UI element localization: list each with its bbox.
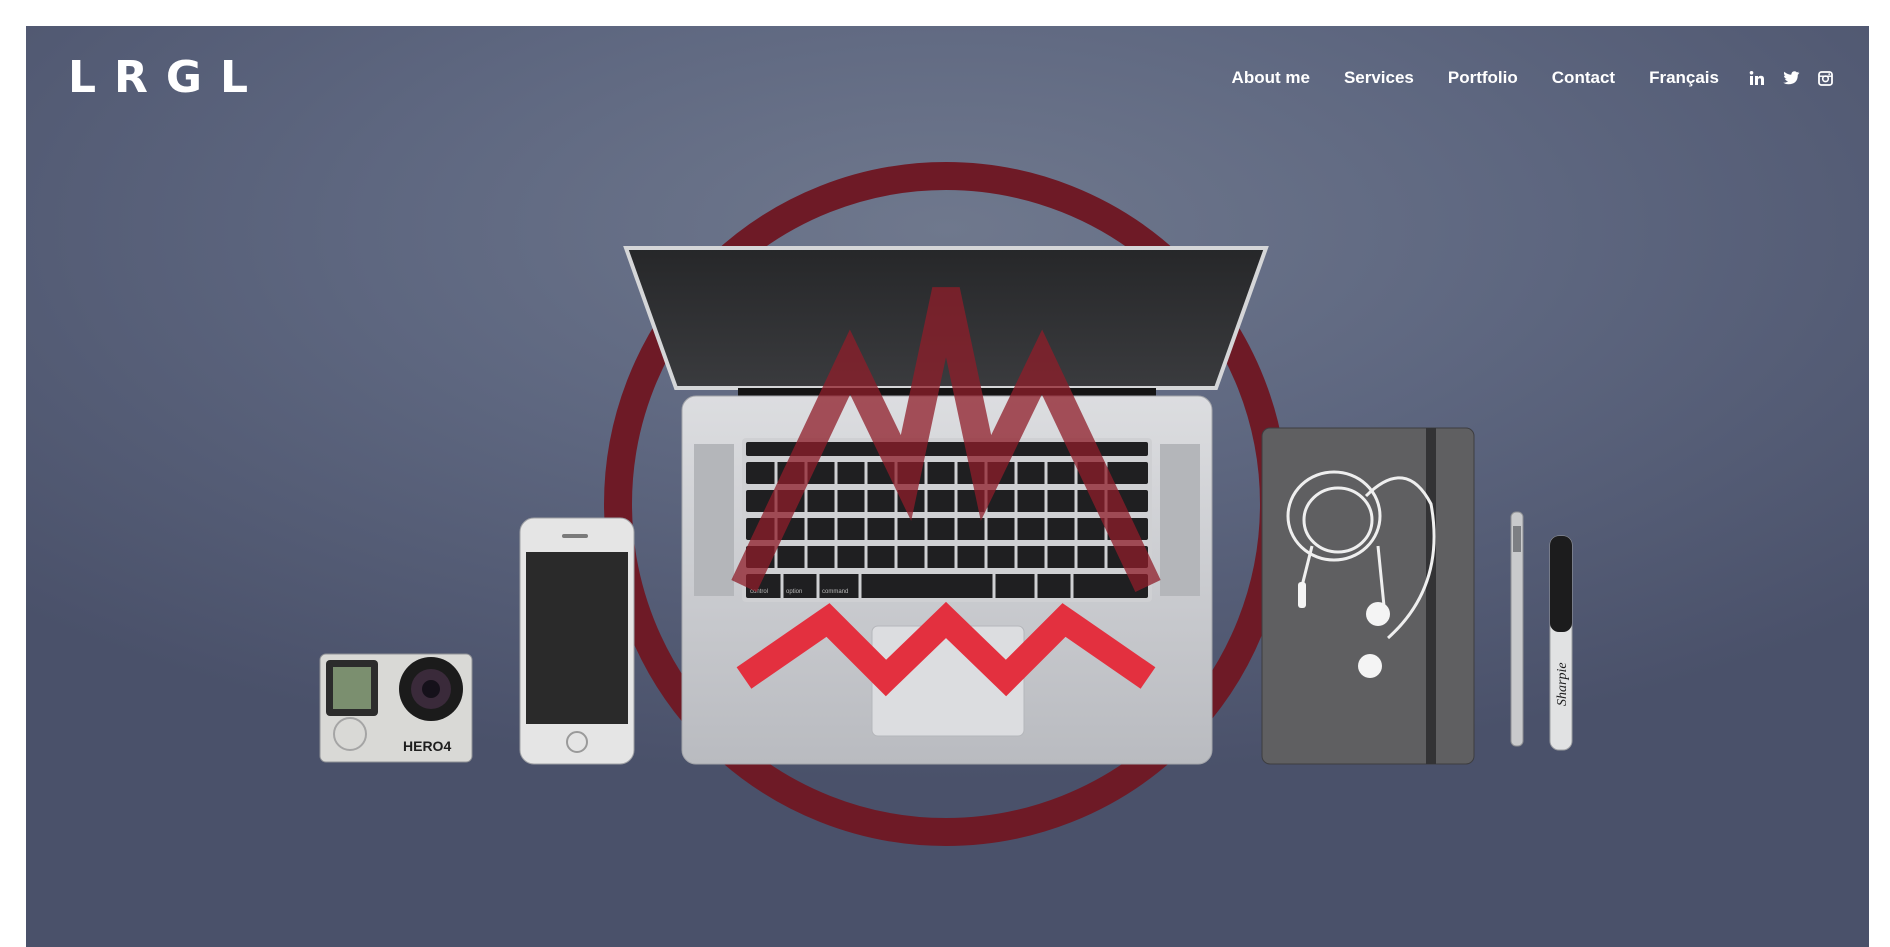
smartphone: [519, 517, 635, 765]
marker: Sharpie: [1549, 535, 1573, 751]
notebook: [1261, 427, 1475, 765]
twitter-icon[interactable]: [1783, 71, 1800, 85]
camera-label: HERO4: [403, 738, 451, 754]
site-logo[interactable]: LRGL: [68, 52, 266, 103]
instagram-icon[interactable]: [1818, 70, 1833, 86]
main-nav: About me Services Portfolio Contact Fran…: [1232, 68, 1833, 88]
marker-label: Sharpie: [1555, 662, 1570, 706]
desk-illustration: HERO4 control option command Sharpie: [319, 162, 1573, 846]
linkedin-icon[interactable]: [1749, 70, 1765, 86]
nav-contact[interactable]: Contact: [1552, 68, 1615, 88]
nav-services[interactable]: Services: [1344, 68, 1414, 88]
nav-about-me[interactable]: About me: [1232, 68, 1310, 88]
nav-portfolio[interactable]: Portfolio: [1448, 68, 1518, 88]
social-links: [1749, 70, 1833, 86]
hero-section: HERO4 control option command Sharpie LRG…: [26, 26, 1869, 947]
gopro-camera: HERO4: [319, 653, 473, 763]
nav-language-french[interactable]: Français: [1649, 68, 1719, 88]
pen: [1510, 511, 1524, 747]
key-command: command: [822, 589, 848, 595]
key-option: option: [786, 589, 802, 595]
